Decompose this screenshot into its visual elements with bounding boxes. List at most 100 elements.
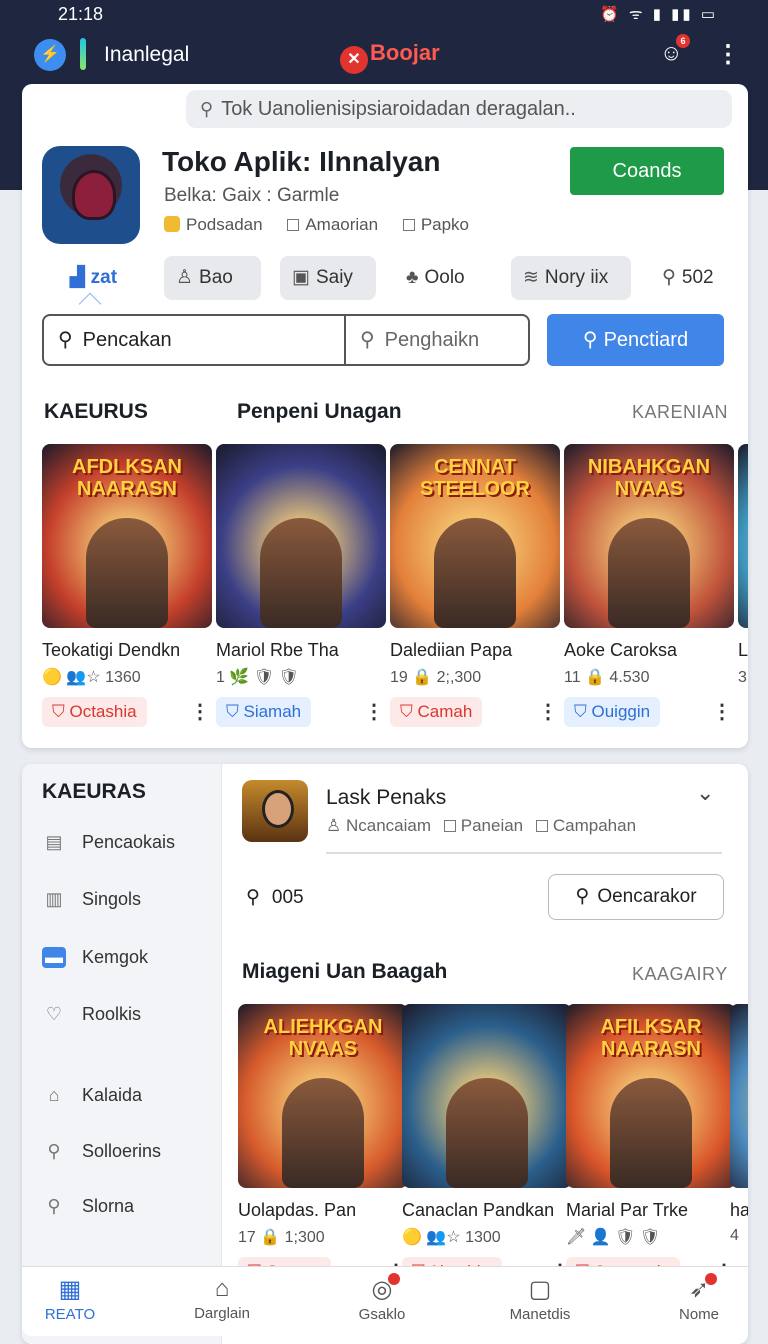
game-chip[interactable]: ⛉ Octashia (42, 697, 147, 727)
game-card[interactable]: NIBAHKGAN NVAAS Aoke Caroksa 11 🔒 4.530 ⛉ O… (564, 444, 736, 731)
sidebar-item[interactable]: ▬ Kemgok (42, 947, 148, 968)
more-icon[interactable]: ⋮ (538, 699, 558, 724)
game-meta: 4 (730, 1227, 739, 1244)
wifi-icon: ≋ (523, 267, 539, 288)
game-thumbnail: CENNAT STEELOOR (390, 444, 560, 628)
brand-icon: ✕ (340, 46, 368, 74)
home-icon: ⌂ (48, 1085, 60, 1105)
nav-nome[interactable]: ➶ Nome (649, 1273, 749, 1323)
nav-manetdis[interactable]: ▢ Manetdis (490, 1275, 590, 1323)
more-options-icon[interactable]: ⋮ (716, 40, 740, 69)
app-logo-icon[interactable]: ⚡ (34, 39, 66, 71)
game-actions: ⛉ Ouiggin ⋮ (564, 697, 736, 731)
game-thumbnail: ALIEHKGAN NVAAS (238, 1004, 408, 1188)
game-banner: AFILKSAR NAARASN (600, 1016, 702, 1060)
meta-item: Papko (402, 215, 479, 234)
game-character (446, 1078, 528, 1188)
game-meta: 17 🔒 1;300 (238, 1229, 325, 1246)
game-banner: AFDLKSAN NAARASN (72, 456, 182, 500)
tab-saiy[interactable]: ▣ Saiy (280, 256, 376, 300)
tab-bao[interactable]: ♙ Bao (164, 256, 261, 300)
game-card[interactable]: CENNAT STEELOOR Dalediian Papa 19 🔒 2;,300… (390, 444, 562, 731)
search-icon: ⚲ (246, 887, 260, 908)
game-card[interactable]: AFDLKSAN NAARASN Teokatigi Dendkn 🟡 👥☆ 136… (42, 444, 214, 731)
section-link[interactable]: KAAGAIRY (632, 964, 728, 985)
shield-icon: ⛉ (400, 702, 418, 721)
game-meta: 🟡 👥☆ 1300 (402, 1229, 501, 1246)
search-icon: ⚲ (47, 1141, 61, 1161)
bottom-nav: ▦ REATO ⌂ Darglain ◎ Gsaklo ▢ Manetdis ➶ Nome (22, 1266, 748, 1336)
shield-icon: ⛉ (226, 702, 244, 721)
app-subtitle: Belka: Gaix : Garmle (164, 185, 340, 206)
game-thumbnail (738, 444, 748, 628)
tab-zat[interactable]: ▟ zat (58, 256, 129, 300)
game-thumbnail (730, 1004, 748, 1188)
calendar-icon: ▤ (45, 832, 63, 852)
game-chip[interactable]: ⛉ Ouiggin (564, 697, 661, 727)
search-bar[interactable]: ⚲ Tok Uanolienisipsiaroidadan deragalan.. (186, 90, 732, 128)
checkbox-icon (535, 820, 548, 832)
more-icon[interactable]: ⋮ (712, 699, 732, 724)
game-thumbnail: NIBAHKGAN NVAAS (564, 444, 734, 628)
game-meta: 1 🌿 🛡 🛡 (216, 669, 299, 686)
sidebar-item[interactable]: ▥ Singols (42, 889, 141, 910)
segment-search[interactable]: ⚲ Pencakan (58, 316, 172, 364)
game-card[interactable]: ALIEHKGAN NVAASUolapdas. Pan17 🔒 1;300⛉ … (238, 1004, 410, 1291)
search-submit-button[interactable]: ⚲ Penctiard (547, 314, 724, 366)
panel-title: Lask Penaks (326, 786, 447, 809)
search-icon: ⚲ (582, 329, 598, 351)
sidebar-item[interactable]: ⚲ Slorna (42, 1196, 134, 1217)
chevron-down-icon[interactable]: ⌄ (696, 780, 714, 806)
game-thumbnail (216, 444, 386, 628)
game-banner: NIBAHKGAN NVAAS (587, 456, 711, 500)
checkbox-icon (287, 219, 300, 231)
sidebar-item[interactable]: ▤ Pencaokais (42, 832, 175, 853)
search-icon: ⚲ (662, 267, 676, 288)
section-label: KAEURUS (44, 400, 148, 423)
nav-home[interactable]: ▦ REATO (20, 1275, 120, 1323)
more-icon[interactable]: ⋮ (190, 699, 210, 724)
more-icon[interactable]: ⋮ (364, 699, 384, 724)
segment-filter[interactable]: ⚲ Penghaikn (344, 316, 530, 364)
brand-logo: ✕ Boojar (340, 40, 440, 74)
status-bar: 21:18 ⏰ ᯤ ▮ ▮▮ ▭ (0, 0, 768, 28)
search-button[interactable]: ⚲ Oencarakor (548, 874, 724, 920)
game-name: Marial Par Trke (566, 1200, 689, 1220)
game-name: Llink (738, 640, 748, 660)
section-link[interactable]: KARENIAN (632, 402, 728, 423)
game-card[interactable]: Llink 3 🔒 ⋮ (738, 444, 748, 731)
game-thumbnail (402, 1004, 572, 1188)
brand-bar-icon (80, 38, 86, 70)
rocket-icon: ➶ (649, 1273, 749, 1304)
bag-icon: ▣ (292, 267, 310, 288)
account-icon[interactable]: ☺ 6 (660, 34, 690, 66)
section-title: Miageni Uan Baagah (242, 960, 448, 983)
game-card[interactable]: Canaclan Pandkan🟡 👥☆ 1300⛉ Alotabirr⋮ (402, 1004, 574, 1291)
panel-meta: ♙ Ncancaiam Paneian Campahan (326, 816, 637, 835)
house-icon: ⌂ (214, 1275, 230, 1302)
nav-gsaklo[interactable]: ◎ Gsaklo (332, 1273, 432, 1323)
game-chip[interactable]: ⛉ Siamah (216, 697, 312, 727)
game-name: Mariol Rbe Tha (216, 640, 339, 660)
tab-oolo[interactable]: ♣ Oolo (394, 256, 477, 300)
sidebar-item[interactable]: ♡ Roolkis (42, 1004, 141, 1025)
game-actions: ⋮ (738, 697, 748, 731)
game-chip[interactable]: ⛉ Camah (390, 697, 483, 727)
nav-darglain[interactable]: ⌂ Darglain (172, 1275, 272, 1322)
status-time: 21:18 (58, 4, 104, 24)
tab-nory[interactable]: ≋ Nory iix (511, 256, 631, 300)
search-icon: ⚲ (360, 329, 375, 351)
game-card[interactable]: Mariol Rbe Tha 1 🌿 🛡 🛡 ⛉ Siamah ⋮ (216, 444, 388, 731)
game-card[interactable]: hata4⋮ (730, 1004, 748, 1289)
document-icon: ▥ (45, 889, 63, 909)
game-card[interactable]: AFILKSAR NAARASNMarial Par Trke🗡 👤 🛡 🛡⛉ … (566, 1004, 738, 1291)
install-button[interactable]: Coands (570, 147, 724, 195)
game-meta: 3 🔒 (738, 669, 748, 686)
sidebar-item[interactable]: ⌂ Kalaida (42, 1085, 142, 1106)
tree-icon: ♣ (406, 267, 419, 288)
sidebar-item[interactable]: ⚲ Solloerins (42, 1141, 161, 1162)
game-banner: CENNAT STEELOOR (419, 456, 530, 500)
tab-count[interactable]: ⚲ 502 (650, 256, 726, 300)
notification-badge: 6 (676, 34, 690, 48)
lower-card: KAEURAS ▤ Pencaokais ▥ Singols ▬ Kemgok ♡ Ro… (22, 764, 748, 1344)
